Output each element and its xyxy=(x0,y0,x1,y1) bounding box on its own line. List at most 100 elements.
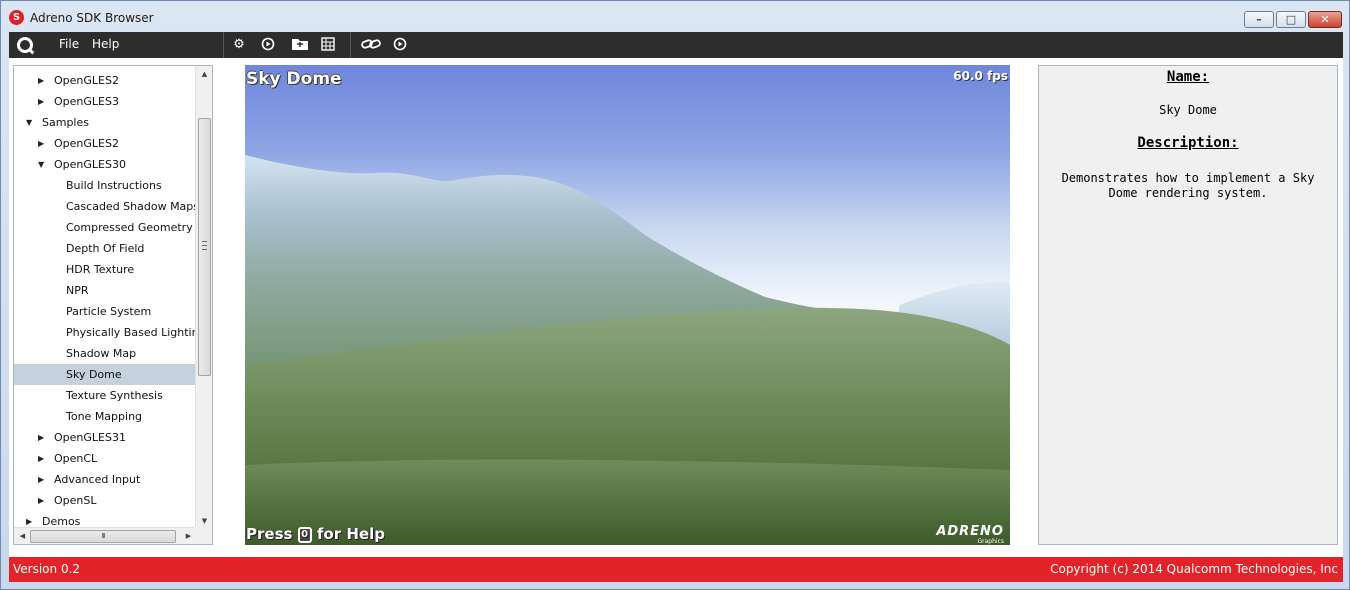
tree-item[interactable]: ▶ OpenGLES2 xyxy=(14,133,197,154)
tree-item[interactable]: ▶ Advanced Input xyxy=(14,469,197,490)
tree-item-label: OpenSL xyxy=(54,494,97,507)
name-heading: Name: xyxy=(1166,69,1210,85)
tree-item-label: OpenCL xyxy=(54,452,98,465)
play-circle-icon[interactable] xyxy=(259,37,277,53)
maximize-icon: □ xyxy=(1285,13,1297,26)
window-title: Adreno SDK Browser xyxy=(30,11,154,25)
tree-item[interactable]: Shadow Map xyxy=(14,343,197,364)
tree-item-label: Advanced Input xyxy=(54,473,141,486)
scene-title: Sky Dome xyxy=(246,69,342,89)
minimize-icon: – xyxy=(1256,13,1262,26)
adreno-logo: ADRENO xyxy=(936,524,1004,539)
tree-item-label: Samples xyxy=(42,116,89,129)
tree-item-label: Tone Mapping xyxy=(66,410,143,423)
render-viewport[interactable]: Sky Dome 60.0 fps Press 0 for Help ADREN… xyxy=(245,65,1010,545)
description-text: Demonstrates how to implement a Sky Dome… xyxy=(1061,171,1315,200)
maximize-button[interactable]: □ xyxy=(1276,11,1306,28)
version-label: Version 0.2 xyxy=(13,562,81,576)
sample-info-panel: Name: Sky Dome Description: Demonstrates… xyxy=(1038,65,1338,545)
expanded-arrow-icon[interactable]: ▼ xyxy=(26,112,32,133)
tree-item-label: HDR Texture xyxy=(66,263,135,276)
close-icon: ✕ xyxy=(1320,13,1330,26)
help-suffix: for Help xyxy=(316,525,385,543)
tree-item-label: Sky Dome xyxy=(66,368,122,381)
tree-item[interactable]: ▶ OpenGLES31 xyxy=(14,427,197,448)
tree-item[interactable]: Compressed Geometry xyxy=(14,217,197,238)
tree-item-label: OpenGLES30 xyxy=(54,158,126,171)
tree-item-label: OpenGLES3 xyxy=(54,95,119,108)
tree-item[interactable]: ▶ OpenCL xyxy=(14,448,197,469)
collapsed-arrow-icon[interactable]: ▶ xyxy=(38,91,44,112)
tree-item-label: OpenGLES2 xyxy=(54,137,119,150)
help-prefix: Press xyxy=(246,525,293,543)
grip-icon xyxy=(202,241,207,250)
sample-tree[interactable]: ▶ OpenGLES2 ▶ OpenGLES3 ▼ Samples ▶ OpenGLES2 ▼ O… xyxy=(13,65,213,545)
vertical-scroll-thumb[interactable] xyxy=(198,118,211,376)
toolbar-separator xyxy=(350,32,351,58)
play-circle-icon[interactable] xyxy=(391,37,409,53)
tree-item[interactable]: Texture Synthesis xyxy=(14,385,197,406)
tree-item[interactable]: ▼ OpenGLES30 xyxy=(14,154,197,175)
tree-item-label: Shadow Map xyxy=(66,347,137,360)
tree-item[interactable]: ▶ OpenGLES3 xyxy=(14,91,197,112)
tree-item[interactable]: Cascaded Shadow Maps xyxy=(14,196,200,217)
tree-item-label: Build Instructions xyxy=(66,179,162,192)
fps-counter: 60.0 fps xyxy=(953,69,1008,83)
horizontal-scroll-thumb[interactable]: III xyxy=(30,530,176,543)
folder-open-icon[interactable] xyxy=(289,37,311,53)
tree-item-label: Compressed Geometry xyxy=(66,221,193,234)
link-icon[interactable] xyxy=(360,37,382,53)
tree-item-label: OpenGLES31 xyxy=(54,431,126,444)
name-value: Sky Dome xyxy=(1159,103,1217,117)
settings-gear-icon[interactable]: ⚙ xyxy=(230,37,248,53)
help-hint: Press 0 for Help xyxy=(246,525,385,543)
minimize-button[interactable]: – xyxy=(1244,11,1274,28)
adreno-logo-subtitle: Graphics xyxy=(977,538,1005,545)
tree-item-label: NPR xyxy=(66,284,89,297)
vertical-scrollbar[interactable]: ▲ ▼ xyxy=(195,66,212,529)
scroll-up-icon[interactable]: ▲ xyxy=(196,66,212,82)
app-window: S Adreno SDK Browser – □ ✕ File Help ⚙ ▶… xyxy=(0,0,1350,590)
collapsed-arrow-icon[interactable]: ▶ xyxy=(38,490,44,511)
scroll-left-icon[interactable]: ◀ xyxy=(14,528,31,544)
tree-item[interactable]: Build Instructions xyxy=(14,175,197,196)
tree-item[interactable]: HDR Texture xyxy=(14,259,197,280)
title-bar[interactable]: S Adreno SDK Browser – □ ✕ xyxy=(1,1,1350,31)
copyright-label: Copyright (c) 2014 Qualcomm Technologies… xyxy=(1050,562,1338,576)
scrollbar-corner xyxy=(195,527,212,544)
tree-item-label: Texture Synthesis xyxy=(66,389,163,402)
tree-item[interactable]: Depth Of Field xyxy=(14,238,197,259)
collapsed-arrow-icon[interactable]: ▶ xyxy=(38,469,44,490)
tree-item[interactable]: Sky Dome xyxy=(14,364,197,385)
terrain-scene xyxy=(245,155,1010,545)
description-heading: Description: xyxy=(1137,135,1239,151)
collapsed-arrow-icon[interactable]: ▶ xyxy=(38,133,44,154)
grid-view-icon[interactable] xyxy=(319,37,337,53)
tree-item[interactable]: ▶ OpenGLES2 xyxy=(14,70,197,91)
key-icon: 0 xyxy=(297,526,312,543)
close-button[interactable]: ✕ xyxy=(1308,11,1342,28)
tree-item[interactable]: ▶ OpenSL xyxy=(14,490,197,511)
expanded-arrow-icon[interactable]: ▼ xyxy=(38,154,44,175)
tree-item-label: Particle System xyxy=(66,305,152,318)
collapsed-arrow-icon[interactable]: ▶ xyxy=(38,448,44,469)
window-controls: – □ ✕ xyxy=(1244,11,1342,28)
tree-item-label: Physically Based Lighting xyxy=(66,326,206,339)
status-bar: Version 0.2 Copyright (c) 2014 Qualcomm … xyxy=(9,557,1343,582)
collapsed-arrow-icon[interactable]: ▶ xyxy=(38,70,44,91)
tree-item[interactable]: Tone Mapping xyxy=(14,406,197,427)
tree-item-label: Depth Of Field xyxy=(66,242,145,255)
tree-item[interactable]: Particle System xyxy=(14,301,197,322)
snapdragon-icon: S xyxy=(9,10,24,25)
tree-item[interactable]: ▼ Samples xyxy=(14,112,197,133)
collapsed-arrow-icon[interactable]: ▶ xyxy=(38,427,44,448)
tree-item[interactable]: NPR xyxy=(14,280,197,301)
menu-help[interactable]: Help xyxy=(92,37,119,51)
toolbar-separator xyxy=(223,32,224,58)
qualcomm-q-icon xyxy=(17,37,33,53)
horizontal-scrollbar[interactable]: ◀ III ▶ xyxy=(14,527,197,544)
tree-item-label: OpenGLES2 xyxy=(54,74,119,87)
tree-item-label: Cascaded Shadow Maps xyxy=(66,200,200,213)
menu-file[interactable]: File xyxy=(59,37,79,51)
tree-item[interactable]: Physically Based Lighting xyxy=(14,322,206,343)
